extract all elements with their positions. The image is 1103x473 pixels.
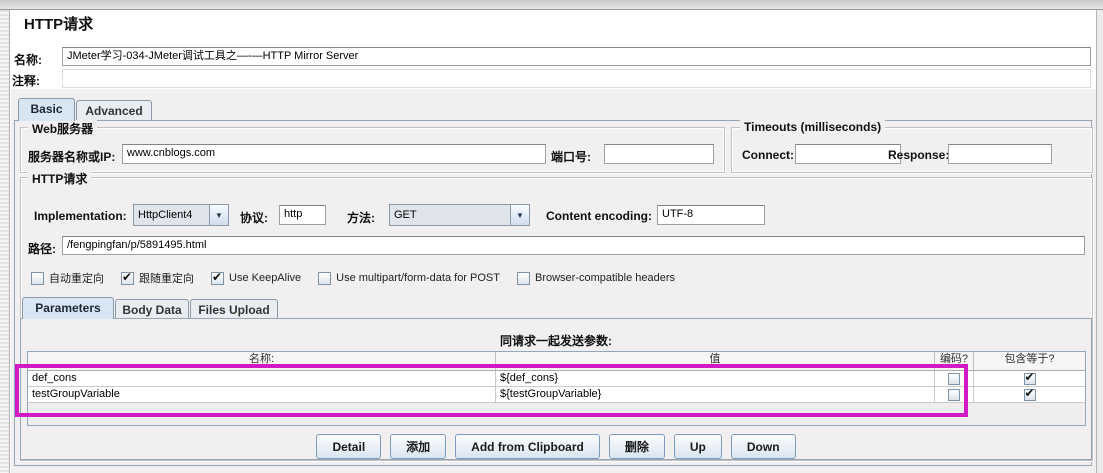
port-label: 端口号: — [551, 150, 591, 164]
option-follow-auto[interactable]: 自动重定向 — [31, 270, 104, 286]
protocol-input[interactable]: http — [279, 205, 326, 225]
content-encoding-label: Content encoding: — [546, 209, 652, 223]
tab-advanced[interactable]: Advanced — [76, 100, 152, 121]
tab-body-data[interactable]: Body Data — [115, 299, 189, 319]
table-header-row: 名称: 值 编码? 包含等于? — [28, 352, 1085, 371]
connect-timeout-label: Connect: — [742, 148, 794, 162]
web-server-group-title: Web服务器 — [28, 120, 98, 137]
add-button[interactable]: 添加 — [390, 434, 447, 459]
option-keepalive[interactable]: Use KeepAlive — [211, 270, 302, 285]
down-button[interactable]: Down — [730, 434, 796, 459]
option-label: Use multipart/form-data for POST — [336, 272, 500, 284]
add-from-clipboard-button[interactable]: Add from Clipboard — [455, 434, 600, 459]
method-label: 方法: — [347, 211, 375, 225]
parameters-caption: 同请求一起发送参数: — [500, 334, 612, 348]
option-label: 自动重定向 — [49, 273, 104, 285]
response-timeout-input[interactable] — [948, 144, 1052, 164]
option-browser-headers[interactable]: Browser-compatible headers — [516, 271, 675, 285]
option-multipart[interactable]: Use multipart/form-data for POST — [318, 271, 500, 285]
param-value-cell[interactable]: ${def_cons} — [496, 371, 935, 387]
path-input[interactable]: /fengpingfan/p/5891495.html — [62, 236, 1085, 255]
column-header-name[interactable]: 名称: — [28, 352, 496, 371]
content-encoding-input[interactable]: UTF-8 — [657, 205, 765, 225]
panel-right-edge — [1096, 10, 1103, 473]
param-value-cell[interactable]: ${testGroupVariable} — [496, 387, 935, 403]
method-value: GET — [394, 209, 417, 221]
checkbox-icon[interactable] — [516, 271, 530, 285]
server-name-input[interactable]: www.cnblogs.com — [122, 144, 546, 164]
column-header-include-equals[interactable]: 包含等于? — [974, 352, 1085, 371]
comments-input[interactable] — [62, 69, 1091, 88]
connect-timeout-input[interactable] — [795, 144, 901, 164]
name-input[interactable]: JMeter学习-034-JMeter调试工具之—-—HTTP Mirror S… — [62, 47, 1091, 66]
server-name-label: 服务器名称或IP: — [28, 150, 116, 164]
param-name-cell[interactable]: testGroupVariable — [28, 387, 496, 403]
checkbox-icon[interactable] — [211, 270, 224, 285]
implementation-select[interactable]: HttpClient4 ▼ — [133, 204, 229, 226]
comments-label: 注释: — [12, 74, 40, 88]
option-label: 跟随重定向 — [139, 273, 194, 285]
param-encode-cell[interactable] — [935, 371, 974, 387]
name-label: 名称: — [14, 53, 42, 67]
option-label: Browser-compatible headers — [534, 272, 675, 284]
table-row[interactable]: testGroupVariable ${testGroupVariable} — [28, 387, 1085, 403]
tab-files-upload[interactable]: Files Upload — [190, 299, 278, 319]
dropdown-arrow-icon[interactable]: ▼ — [510, 205, 529, 225]
page-title: HTTP请求 — [24, 16, 94, 33]
checkbox-icon[interactable] — [1023, 371, 1036, 385]
path-label: 路径: — [28, 242, 56, 256]
checkbox-icon[interactable] — [318, 271, 332, 285]
detail-button[interactable]: Detail — [316, 434, 382, 459]
parameters-table[interactable]: 名称: 值 编码? 包含等于? def_cons ${def_cons} tes… — [27, 351, 1086, 426]
protocol-label: 协议: — [240, 211, 268, 225]
column-header-encode[interactable]: 编码? — [935, 352, 974, 371]
implementation-label: Implementation: — [34, 209, 127, 223]
option-follow-redirects[interactable]: 跟随重定向 — [121, 270, 194, 286]
dropdown-arrow-icon[interactable]: ▼ — [209, 205, 228, 225]
param-include-equals-cell[interactable] — [974, 387, 1085, 403]
response-timeout-label: Response: — [888, 148, 950, 162]
tab-parameters[interactable]: Parameters — [22, 297, 114, 319]
table-actions-row: Detail 添加 Add from Clipboard 删除 Up Down — [20, 434, 1092, 459]
timeouts-group-title: Timeouts (milliseconds) — [740, 120, 886, 134]
checkbox-icon[interactable] — [948, 388, 960, 401]
checkbox-icon[interactable] — [1023, 387, 1036, 401]
option-label: Use KeepAlive — [229, 272, 302, 284]
up-button[interactable]: Up — [673, 434, 722, 459]
param-encode-cell[interactable] — [935, 387, 974, 403]
splitter-bar[interactable] — [0, 10, 10, 473]
table-row[interactable]: def_cons ${def_cons} — [28, 371, 1085, 387]
param-name-cell[interactable]: def_cons — [28, 371, 496, 387]
port-input[interactable] — [604, 144, 714, 164]
param-include-equals-cell[interactable] — [974, 371, 1085, 387]
column-header-value[interactable]: 值 — [496, 352, 935, 371]
checkbox-icon[interactable] — [121, 270, 134, 285]
checkbox-icon[interactable] — [31, 271, 44, 285]
delete-button[interactable]: 删除 — [608, 434, 665, 459]
http-request-group-title: HTTP请求 — [28, 170, 92, 187]
method-select[interactable]: GET ▼ — [389, 204, 530, 226]
window-top-edge — [0, 0, 1103, 10]
implementation-value: HttpClient4 — [138, 209, 193, 221]
checkbox-icon[interactable] — [948, 372, 960, 385]
request-options-row: 自动重定向 跟随重定向 Use KeepAlive Use multipart/… — [31, 270, 675, 286]
tab-basic[interactable]: Basic — [18, 98, 75, 121]
